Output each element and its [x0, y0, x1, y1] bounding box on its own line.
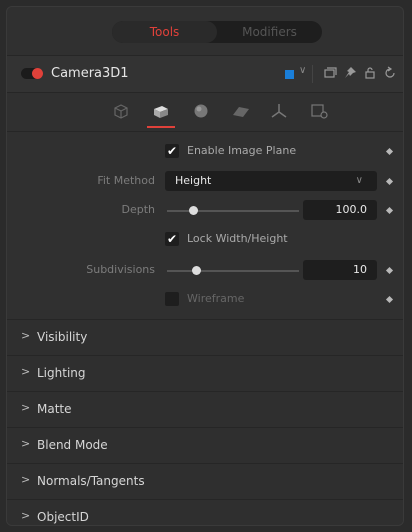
depth-label: Depth — [121, 203, 155, 216]
depth-input[interactable]: 100.0 — [303, 200, 377, 220]
lock-width-height-checkbox[interactable]: ✔ — [165, 232, 179, 246]
enable-image-plane-row: ✔ Enable Image Plane — [7, 141, 403, 163]
keyframe-diamond-icon[interactable] — [385, 295, 394, 304]
tab-tools[interactable]: Tools — [112, 21, 217, 43]
section-matte[interactable]: > Matte — [7, 391, 403, 427]
tab-modifiers[interactable]: Modifiers — [217, 21, 322, 43]
subdivisions-slider-handle[interactable] — [191, 266, 201, 275]
chevron-right-icon: > — [21, 509, 31, 522]
section-title: Matte — [37, 402, 72, 416]
subdivisions-label: Subdivisions — [86, 263, 155, 276]
sphere-tab-icon[interactable] — [191, 101, 211, 121]
section-title: Blend Mode — [37, 438, 108, 452]
fit-method-label: Fit Method — [97, 174, 155, 187]
wireframe-checkbox[interactable] — [165, 292, 179, 306]
fit-method-dropdown[interactable]: Height ∨ — [165, 171, 377, 191]
wireframe-row: Wireframe — [7, 289, 403, 311]
inspector-panel: Tools Modifiers Camera3D1 ∨ ✔ Enable Ima… — [6, 6, 404, 526]
lock-width-height-row: ✔ Lock Width/Height — [7, 229, 403, 251]
enable-image-plane-label: Enable Image Plane — [187, 144, 297, 157]
transform-tab-icon[interactable] — [269, 101, 289, 121]
keyframe-diamond-icon[interactable] — [385, 177, 394, 186]
active-tab-indicator — [147, 126, 175, 128]
tool-header: Camera3D1 ∨ — [7, 55, 403, 93]
section-normals-tangents[interactable]: > Normals/Tangents — [7, 463, 403, 499]
section-visibility[interactable]: > Visibility — [7, 319, 403, 355]
section-objectid[interactable]: > ObjectID — [7, 499, 403, 525]
depth-slider-handle[interactable] — [188, 206, 198, 215]
reset-icon[interactable] — [383, 66, 397, 80]
image-plane-tab-icon[interactable] — [151, 101, 171, 121]
tab-bar: Tools Modifiers — [112, 21, 322, 43]
chevron-down-icon: ∨ — [355, 175, 363, 186]
subdivisions-input[interactable]: 10 — [303, 260, 377, 280]
collapsible-sections: > Visibility > Lighting > Matte > Blend … — [7, 319, 403, 525]
lock-icon[interactable] — [363, 66, 377, 80]
fit-method-row: Fit Method Height ∨ — [7, 171, 403, 193]
chevron-right-icon: > — [21, 437, 31, 450]
controls-tab-icon[interactable] — [111, 101, 131, 121]
chevron-right-icon: > — [21, 329, 31, 342]
enable-image-plane-checkbox[interactable]: ✔ — [165, 144, 179, 158]
lock-width-height-label: Lock Width/Height — [187, 232, 288, 245]
subdivisions-slider[interactable] — [167, 270, 299, 272]
keyframe-diamond-icon[interactable] — [385, 147, 394, 156]
chevron-right-icon: > — [21, 473, 31, 486]
section-title: Normals/Tangents — [37, 474, 145, 488]
chevron-right-icon: > — [21, 365, 31, 378]
settings-tab-icon[interactable] — [309, 101, 329, 121]
tool-color-swatch[interactable] — [285, 70, 294, 79]
chevron-down-icon[interactable]: ∨ — [299, 65, 306, 76]
subdivisions-row: Subdivisions 10 — [7, 260, 403, 282]
depth-slider[interactable] — [167, 210, 299, 212]
toggle-knob — [32, 68, 43, 79]
section-title: Visibility — [37, 330, 88, 344]
image-plane-controls: ✔ Enable Image Plane Fit Method Height ∨… — [7, 133, 403, 317]
keyframe-diamond-icon[interactable] — [385, 266, 394, 275]
depth-row: Depth 100.0 — [7, 200, 403, 222]
surface-tab-icon[interactable] — [231, 101, 251, 121]
control-page-tabs — [7, 95, 403, 132]
section-blend-mode[interactable]: > Blend Mode — [7, 427, 403, 463]
wireframe-label: Wireframe — [187, 292, 245, 305]
chevron-right-icon: > — [21, 401, 31, 414]
section-title: Lighting — [37, 366, 86, 380]
fit-method-value: Height — [175, 174, 212, 187]
header-divider — [312, 65, 313, 83]
section-title: ObjectID — [37, 510, 89, 524]
copy-icon[interactable] — [323, 66, 337, 80]
section-lighting[interactable]: > Lighting — [7, 355, 403, 391]
tool-title: Camera3D1 — [51, 66, 129, 81]
pin-icon[interactable] — [343, 66, 357, 80]
tool-enable-toggle[interactable] — [21, 68, 43, 79]
keyframe-diamond-icon[interactable] — [385, 206, 394, 215]
